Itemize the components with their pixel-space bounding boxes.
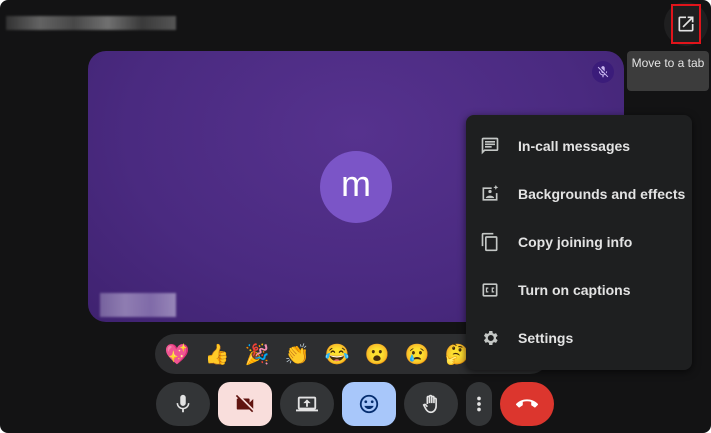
chat-icon (481, 137, 499, 155)
reaction-thumbs-up[interactable]: 👍 (203, 342, 231, 367)
present-screen-button[interactable] (280, 382, 334, 426)
menu-item-backgrounds-effects[interactable]: Backgrounds and effects (466, 170, 692, 218)
reaction-laughing[interactable]: 😂 (323, 342, 351, 367)
captions-icon (482, 283, 498, 297)
meeting-title-redacted (6, 16, 176, 30)
move-to-tab-tooltip: Move to a tab (627, 51, 709, 91)
more-options-button[interactable] (466, 382, 492, 426)
camera-off-icon (235, 394, 254, 413)
leave-call-button[interactable] (500, 382, 554, 426)
reaction-surprised[interactable]: 😮 (363, 342, 391, 367)
hand-icon (422, 394, 437, 414)
meet-window: Move to a tab m 💖 👍 🎉 👏 😂 😮 😢 🤔 In-call … (0, 0, 711, 433)
present-screen-icon (296, 396, 318, 412)
mic-off-icon (592, 61, 614, 83)
backgrounds-icon (482, 184, 499, 201)
highlight-box (671, 4, 701, 44)
reaction-crying[interactable]: 😢 (403, 342, 431, 367)
menu-item-in-call-messages[interactable]: In-call messages (466, 122, 692, 170)
menu-item-turn-on-captions[interactable]: Turn on captions (466, 266, 692, 314)
raise-hand-button[interactable] (404, 382, 458, 426)
reactions-button[interactable] (342, 382, 396, 426)
microphone-icon (176, 394, 190, 413)
more-options-menu: In-call messages Backgrounds and effects… (466, 115, 692, 370)
hang-up-icon (516, 399, 538, 408)
reaction-party-popper[interactable]: 🎉 (243, 342, 271, 367)
reaction-clapping[interactable]: 👏 (283, 342, 311, 367)
menu-item-settings[interactable]: Settings (466, 314, 692, 362)
gear-icon (483, 331, 498, 345)
camera-off-button[interactable] (218, 382, 272, 426)
microphone-button[interactable] (156, 382, 210, 426)
menu-item-copy-joining-info[interactable]: Copy joining info (466, 218, 692, 266)
emoji-icon (359, 394, 379, 414)
more-vert-icon (477, 396, 481, 412)
reaction-sparkling-heart[interactable]: 💖 (163, 342, 191, 367)
copy-icon (481, 232, 498, 252)
participant-name-redacted (100, 293, 176, 317)
avatar: m (320, 151, 392, 223)
